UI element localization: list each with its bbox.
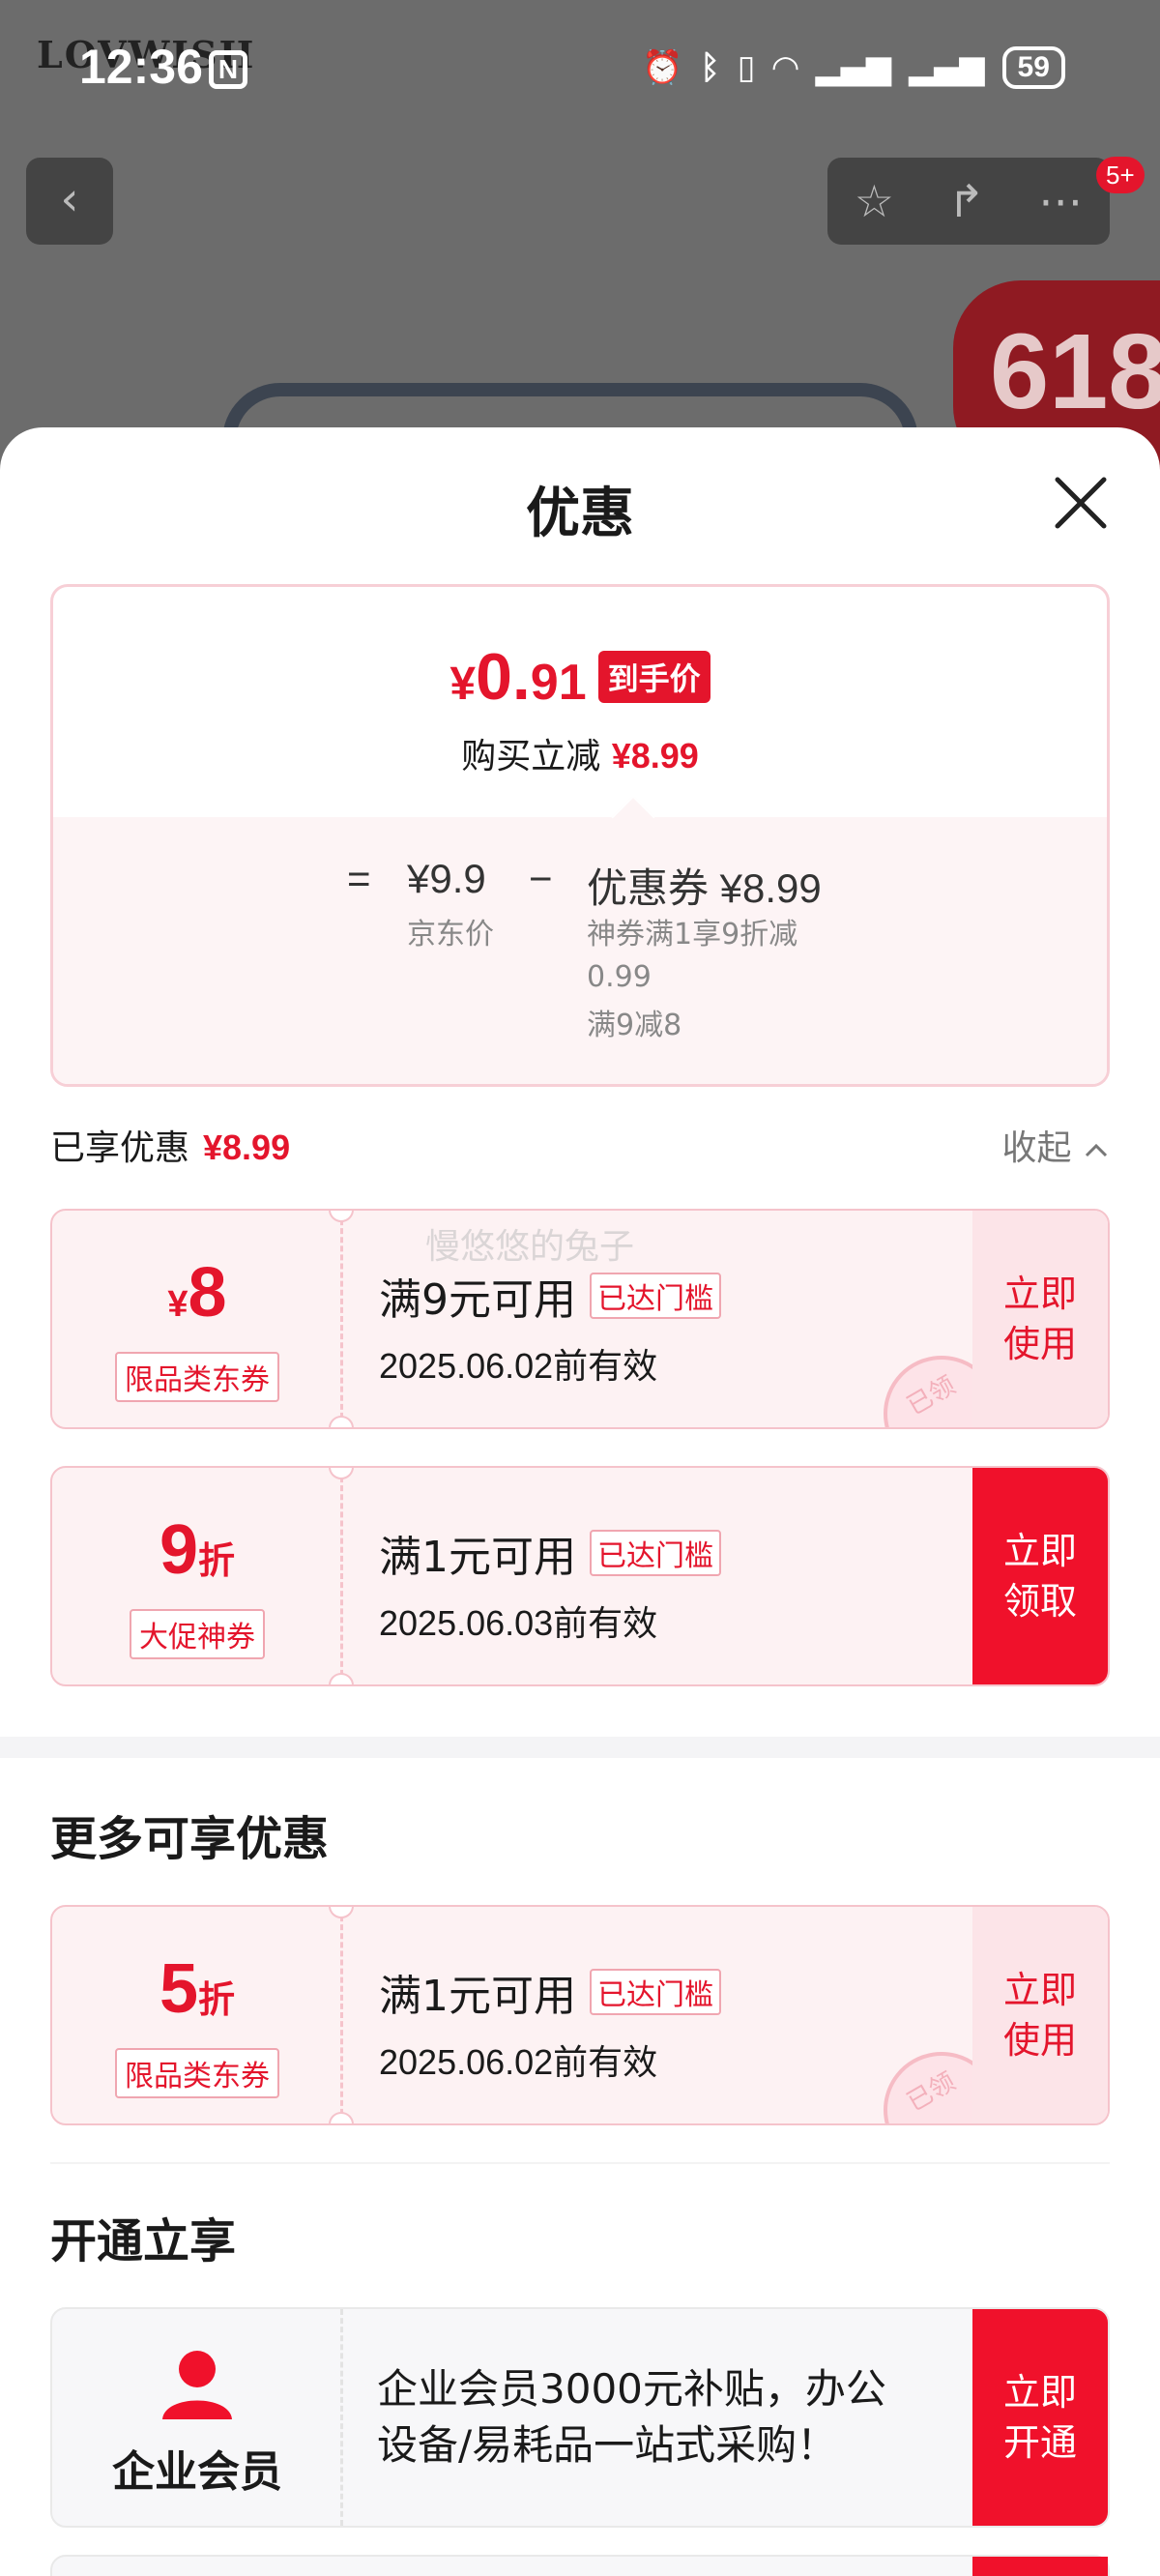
coupon-type: 大促神券 (130, 1609, 265, 1659)
enterprise-member-card: 企业会员 企业会员3000元补贴，办公 设备/易耗品一站式采购！ 立即 开通 (50, 2307, 1110, 2528)
collapse-button[interactable]: 收起 (1002, 1120, 1110, 1170)
coupon-validity: 2025.06.02前有效 (379, 2042, 658, 2082)
coupon-amount: 5折 (159, 1950, 236, 2028)
coupon-amount: ¥8 (167, 1254, 227, 1332)
vibrate-icon: ▯ (737, 48, 756, 87)
coupon-condition: 满1元可用 (379, 1533, 576, 1582)
5g-signal-icon: ▂▄▆ (909, 48, 985, 87)
coupon-detail: 神券满1享9折减 (587, 918, 798, 951)
coupon-validity: 2025.06.03前有效 (379, 1603, 658, 1643)
alarm-icon: ⏰ (642, 48, 683, 87)
coupon-condition: 满9元可用 (379, 1275, 576, 1325)
equals-sign: = (347, 856, 371, 901)
threshold-reached-badge: 已达门槛 (590, 1530, 721, 1576)
section-divider (0, 1737, 1160, 1758)
5g-signal-icon: ▂▄▆ (815, 48, 892, 87)
message-badge: 5+ (1096, 157, 1145, 193)
wifi-icon: ◠ (772, 48, 798, 87)
status-bar: 12:36 N ⏰ ᛒ ▯ ◠ ▂▄▆ ▂▄▆ 59 (0, 0, 1160, 145)
coupon-condition: 满1元可用 (379, 1972, 576, 2021)
divider-line (50, 2162, 1110, 2164)
share-icon[interactable]: ↱ (947, 175, 985, 227)
threshold-reached-badge: 已达门槛 (590, 1969, 721, 2015)
coupon-type: 限品类东券 (115, 1352, 279, 1402)
jd-price-label: 京东价 (407, 918, 494, 951)
more-discounts-title: 更多可享优惠 (50, 1812, 330, 1866)
back-button[interactable]: ‹ (26, 158, 113, 245)
next-card-partial (50, 2555, 1110, 2576)
member-description: 企业会员3000元补贴，办公 设备/易耗品一站式采购！ (377, 2365, 886, 2469)
coupon-type: 限品类东券 (115, 2048, 279, 2098)
status-time: 12:36 (79, 40, 203, 94)
coupon-card: 9折 大促神券 满1元可用 已达门槛 2025.06.03前有效 立即 领取 (50, 1466, 1110, 1686)
final-price: ¥0.91 (450, 640, 587, 714)
coupon-card: 5折 限品类东券 满1元可用 已达门槛 2025.06.02前有效 已领 立即 使用 (50, 1905, 1110, 2125)
favorite-star-icon[interactable]: ☆ (855, 175, 894, 227)
battery-indicator: 59 (1001, 46, 1065, 89)
coupon-detail-amount: 0.99 (587, 960, 652, 994)
claim-now-button[interactable]: 立即 领取 (972, 1468, 1108, 1684)
jd-price: ¥9.9 (407, 856, 486, 901)
sheet-title: 优惠 (526, 483, 634, 545)
instant-discount: 购买立减 ¥8.99 (461, 736, 699, 776)
use-now-button[interactable]: 立即 使用 (972, 1211, 1108, 1427)
enjoyed-discount-row: 已享优惠 ¥8.99 收起 (50, 1120, 1110, 1168)
open-now-button[interactable]: 立即 开通 (972, 2309, 1108, 2526)
coupon-validity: 2025.06.02前有效 (379, 1346, 658, 1386)
close-icon[interactable] (1052, 474, 1110, 532)
price-breakdown: = ¥9.9 京东价 − 优惠券 ¥8.99 神券满1享9折减 0.99 满9减… (53, 817, 1107, 1084)
status-icons: ⏰ ᛒ ▯ ◠ ▂▄▆ ▂▄▆ 59 (642, 46, 1065, 89)
open-to-enjoy-title: 开通立享 (50, 2214, 237, 2269)
coupon-amount: 9折 (159, 1511, 236, 1589)
use-now-button[interactable]: 立即 使用 (972, 1907, 1108, 2123)
member-name: 企业会员 (112, 2447, 282, 2497)
enjoyed-amount: ¥8.99 (203, 1127, 291, 1167)
minus-sign: − (529, 856, 553, 901)
final-price-card: ¥0.91 到手价 购买立减 ¥8.99 = ¥9.9 京东价 − 优惠券 ¥8… (50, 584, 1110, 1087)
chevron-up-icon (1085, 1143, 1108, 1157)
coupon-deduction: 优惠券 ¥8.99 (587, 865, 822, 911)
nfc-icon: N (209, 50, 247, 89)
discount-sheet: 优惠 ¥0.91 到手价 购买立减 ¥8.99 = ¥9.9 京东价 − 优惠券… (0, 427, 1160, 2576)
watermark-text: 慢悠悠的兔子 (425, 1227, 635, 1267)
threshold-reached-badge: 已达门槛 (590, 1273, 721, 1319)
more-icon[interactable]: ⋯ (1038, 175, 1083, 227)
coupon-detail-threshold: 满9减8 (587, 1009, 682, 1042)
final-price-tag: 到手价 (597, 651, 710, 703)
nav-actions: ☆ ↱ ⋯ (827, 158, 1110, 245)
bluetooth-icon: ᛒ (700, 48, 720, 87)
enjoyed-label: 已享优惠 ¥8.99 (50, 1127, 291, 1168)
person-icon (162, 2351, 232, 2419)
